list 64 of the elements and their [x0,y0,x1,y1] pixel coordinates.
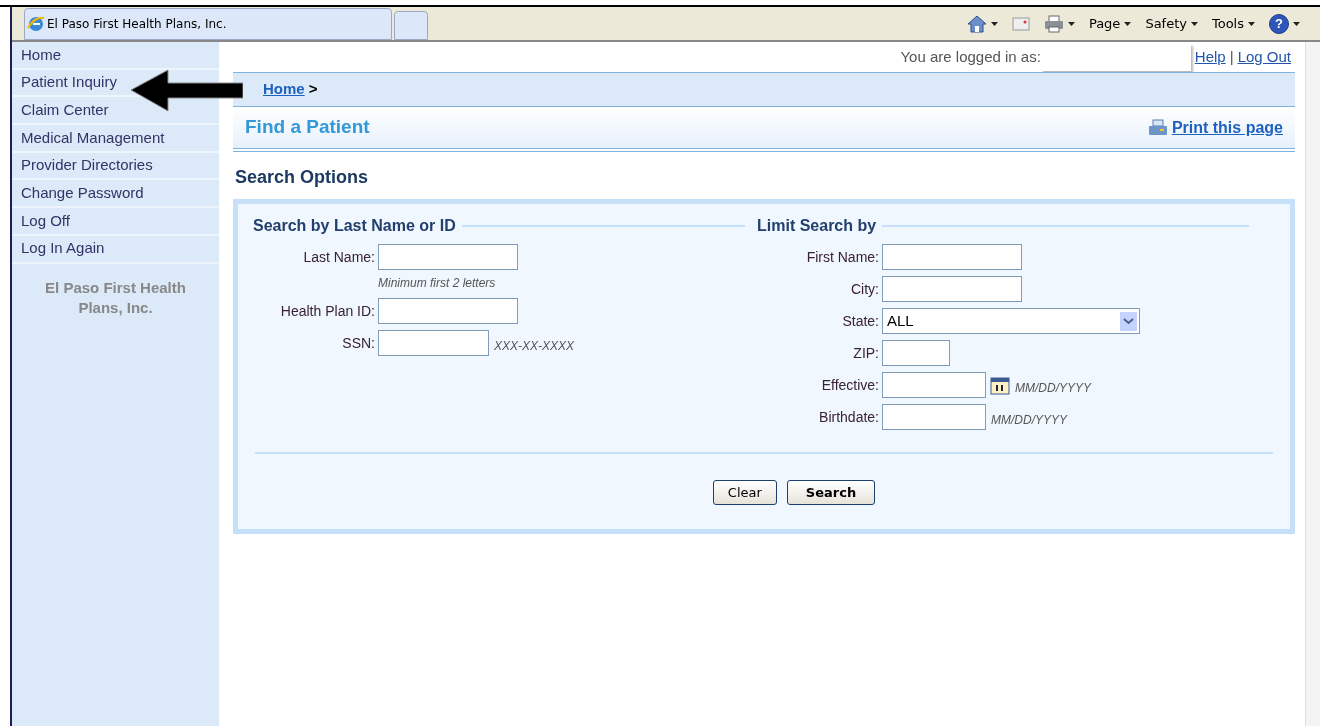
caret-icon [990,21,998,26]
header-link[interactable]: Help [1194,45,1226,69]
input-field[interactable] [378,244,518,270]
sidebar-item[interactable]: Claim Center [21,98,109,122]
section-title: Search Options [235,166,370,189]
format-hint: XXX-XX-XXXX [494,338,575,355]
state-select[interactable]: ALL [882,308,1140,334]
page-title: Find a Patient [245,115,370,140]
link-separator: | [1229,46,1234,67]
sidebar-item[interactable]: Log Off [21,209,70,233]
new-tab-button[interactable] [394,11,428,40]
menu-button[interactable]: Tools [1211,13,1244,34]
help-icon[interactable]: ? [1269,13,1289,34]
caret-icon [1124,21,1132,26]
header-link[interactable]: Log Out [1237,45,1291,69]
input-field[interactable] [882,372,986,398]
sidebar-item[interactable]: Patient Inquiry [21,71,117,94]
menu-button[interactable]: Safety [1145,13,1187,34]
input-field[interactable] [882,276,1022,302]
input-field[interactable] [378,330,489,356]
breadcrumb-link[interactable]: Home [263,78,305,101]
sidebar-item[interactable]: Provider Directories [21,154,153,177]
caret-icon [1248,21,1255,26]
field-label: Health Plan ID: [279,301,376,321]
format-hint: MM/DD/YYYY [1015,380,1091,397]
field-label: First Name: [805,247,880,267]
caret-icon [1067,21,1075,26]
login-label: You are logged in as: [900,46,1041,67]
menu-button[interactable]: Page [1088,13,1121,34]
home-icon[interactable] [966,13,987,34]
clear-button[interactable]: Clear [712,480,777,505]
input-field[interactable] [882,404,986,430]
feed-icon[interactable] [1011,16,1030,31]
group-legend: Search by Last Name or ID [253,214,456,238]
printer-icon [1147,118,1168,137]
format-hint: MM/DD/YYYY [991,412,1067,429]
field-label: ZIP: [852,343,880,363]
input-field[interactable] [882,340,950,366]
printer-icon[interactable] [1043,14,1064,33]
sidebar-item[interactable]: Change Password [21,182,144,205]
field-label: City: [850,279,880,299]
print-link[interactable]: Print this page [1171,115,1283,140]
scrollbar[interactable] [1305,42,1320,726]
group-legend: Limit Search by [757,214,877,238]
calendar-icon[interactable] [990,375,1010,395]
caret-icon [1293,21,1300,26]
caret-icon [1190,21,1198,26]
browser-icon [27,15,45,33]
breadcrumb-separator: > [308,79,318,100]
field-label: Effective: [820,375,880,395]
sidebar-item[interactable]: Home [21,43,61,67]
search-button[interactable]: Search [786,480,876,505]
company-name: El Paso First Health Plans, Inc. [44,277,187,318]
chevron-down-icon [1120,311,1137,331]
browser-tab[interactable]: El Paso First Health Plans, Inc. [24,8,392,40]
input-field[interactable] [378,298,518,324]
field-label: Birthdate: [818,407,880,427]
sidebar-item[interactable]: Log In Again [21,237,105,260]
field-label: State: [841,311,880,331]
field-label: Last Name: [302,247,376,267]
field-label: SSN: [341,333,376,353]
field-note: Minimum first 2 letters [378,275,497,292]
input-field[interactable] [882,244,1022,270]
sidebar-item[interactable]: Medical Management [21,126,165,150]
